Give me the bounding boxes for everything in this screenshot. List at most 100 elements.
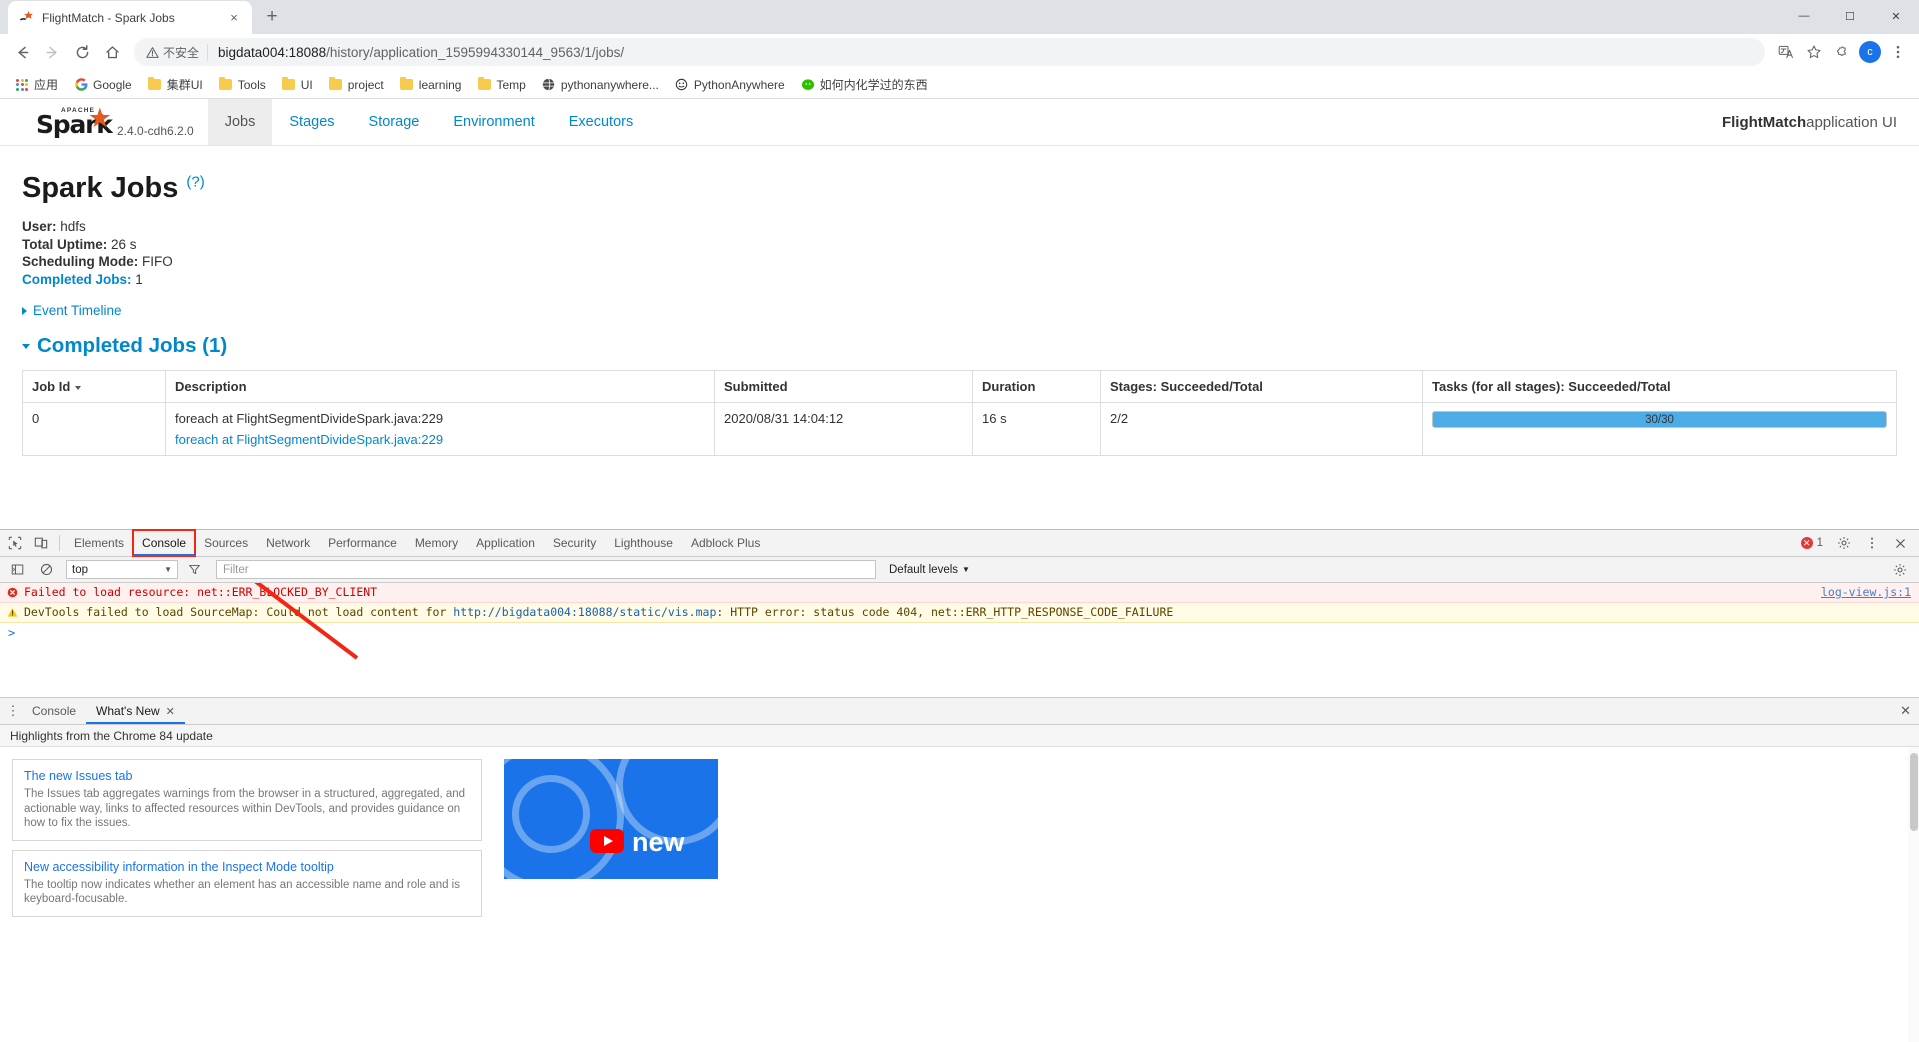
console-message-error[interactable]: Failed to load resource: net::ERR_BLOCKE…	[0, 583, 1919, 603]
devtools-tab-application[interactable]: Application	[467, 530, 544, 556]
bookmark-item-apps[interactable]: 应用	[8, 73, 65, 96]
devtools-tab-memory[interactable]: Memory	[406, 530, 467, 556]
drawer-tab-console[interactable]: Console	[22, 698, 86, 724]
reload-button[interactable]	[68, 38, 96, 66]
console-sidebar-toggle-icon[interactable]	[4, 558, 30, 582]
translate-icon[interactable]	[1773, 39, 1799, 65]
execution-context-select[interactable]: top ▼	[66, 560, 178, 579]
spark-tab-executors[interactable]: Executors	[552, 99, 650, 145]
devtools-close-icon[interactable]	[1887, 531, 1913, 555]
bookmark-item-wechat-article[interactable]: 如何内化学过的东西	[794, 73, 935, 96]
summary-completed-jobs: Completed Jobs: 1	[22, 272, 1897, 289]
drawer-more-options-icon[interactable]: ⋮	[4, 703, 22, 719]
clear-console-icon[interactable]	[33, 558, 59, 582]
home-button[interactable]	[98, 38, 126, 66]
completed-jobs-section-toggle[interactable]: Completed Jobs (1)	[22, 334, 1897, 358]
whats-new-card-title[interactable]: The new Issues tab	[24, 769, 470, 783]
back-button[interactable]	[8, 38, 36, 66]
forward-button[interactable]	[38, 38, 66, 66]
devtools-tab-performance[interactable]: Performance	[319, 530, 406, 556]
security-warning-indicator[interactable]: 不安全	[146, 43, 209, 61]
drawer-close-icon[interactable]: ✕	[1900, 703, 1919, 719]
devtools-tab-sources[interactable]: Sources	[195, 530, 257, 556]
spark-tab-environment[interactable]: Environment	[436, 99, 551, 145]
whats-new-video-thumbnail[interactable]: new	[504, 759, 718, 879]
tab-close-icon[interactable]: ×	[226, 10, 242, 26]
console-log-levels-select[interactable]: Default levels ▼	[889, 564, 970, 576]
folder-icon	[329, 76, 343, 92]
window-maximize-button[interactable]: ☐	[1827, 0, 1873, 32]
bookmark-item-pythonanywhere-site[interactable]: pythonanywhere...	[535, 75, 666, 95]
devtools-tab-adblock-plus[interactable]: Adblock Plus	[682, 530, 769, 556]
chrome-menu-icon[interactable]	[1885, 39, 1911, 65]
bookmark-item-learning[interactable]: learning	[393, 75, 469, 95]
spark-tab-jobs[interactable]: Jobs	[207, 99, 273, 145]
console-prompt[interactable]: >	[0, 623, 1919, 643]
whats-new-card-title[interactable]: New accessibility information in the Ins…	[24, 860, 470, 874]
bookmark-item-tools[interactable]: Tools	[212, 75, 273, 95]
inspect-element-icon[interactable]	[2, 531, 28, 555]
devtools-tab-console[interactable]: Console	[132, 529, 197, 557]
console-message-source-link[interactable]: log-view.js:1	[1821, 585, 1911, 600]
whats-new-subheader: Highlights from the Chrome 84 update	[0, 725, 1919, 747]
window-close-button[interactable]: ✕	[1873, 0, 1919, 32]
profile-avatar[interactable]: c	[1857, 39, 1883, 65]
bookmark-item-project[interactable]: project	[322, 75, 391, 95]
folder-icon	[148, 76, 162, 92]
console-filter-bar: top ▼ Filter Default levels ▼	[0, 557, 1919, 583]
drawer-tab-whats-new[interactable]: What's New ✕	[86, 698, 185, 724]
error-count-label: 1	[1816, 537, 1823, 549]
bookmark-item-temp[interactable]: Temp	[470, 75, 532, 95]
devtools-tab-security[interactable]: Security	[544, 530, 605, 556]
new-tab-button[interactable]: +	[258, 3, 286, 31]
drawer-scrollbar-thumb[interactable]	[1910, 753, 1918, 831]
address-bar[interactable]: 不安全 bigdata004:18088/history/application…	[134, 38, 1765, 66]
description-stage-link[interactable]: foreach at FlightSegmentDivideSpark.java…	[175, 432, 443, 447]
devtools-tab-lighthouse[interactable]: Lighthouse	[605, 530, 682, 556]
bookmark-star-icon[interactable]	[1801, 39, 1827, 65]
console-filter-funnel-icon[interactable]	[181, 558, 207, 582]
bookmark-item-pythonanywhere[interactable]: PythonAnywhere	[668, 75, 792, 95]
spark-tab-storage[interactable]: Storage	[352, 99, 437, 145]
devtools-settings-gear-icon[interactable]	[1831, 531, 1857, 555]
window-minimize-button[interactable]: —	[1781, 0, 1827, 32]
console-message-warning[interactable]: DevTools failed to load SourceMap: Could…	[0, 603, 1919, 623]
bookmark-item-cluster-ui[interactable]: 集群UI	[141, 73, 210, 96]
cell-duration: 16 s	[972, 402, 1101, 456]
spark-tab-stages[interactable]: Stages	[272, 99, 351, 145]
summary-completed-jobs-link[interactable]: Completed Jobs:	[22, 272, 132, 287]
bookmark-item-ui[interactable]: UI	[275, 75, 320, 95]
column-header-job-id[interactable]: Job Id	[22, 370, 166, 403]
event-timeline-toggle[interactable]: Event Timeline	[22, 303, 1897, 318]
console-message-link[interactable]: http://bigdata004:18088/static/vis.map	[453, 605, 716, 619]
column-header-tasks[interactable]: Tasks (for all stages): Succeeded/Total	[1422, 370, 1897, 403]
summary-uptime-label: Total Uptime:	[22, 236, 108, 252]
cell-submitted: 2020/08/31 14:04:12	[714, 402, 973, 456]
chevron-down-icon	[22, 343, 30, 349]
summary-user: User: hdfs	[22, 219, 1897, 236]
extension-puzzle-icon[interactable]	[1829, 39, 1855, 65]
error-count-badge[interactable]: ✕ 1	[1795, 537, 1829, 549]
devtools-tab-elements[interactable]: Elements	[65, 530, 133, 556]
table-row[interactable]: 0 foreach at FlightSegmentDivideSpark.ja…	[22, 402, 1897, 456]
tab-strip: FlightMatch - Spark Jobs × + — ☐ ✕	[0, 0, 1919, 34]
page-title-help-link[interactable]: (?)	[186, 173, 204, 190]
wechat-icon	[801, 78, 815, 92]
console-settings-gear-icon[interactable]	[1887, 558, 1913, 582]
column-header-description[interactable]: Description	[165, 370, 715, 403]
browser-tab[interactable]: FlightMatch - Spark Jobs ×	[8, 1, 252, 34]
console-filter-input[interactable]: Filter	[216, 560, 876, 579]
column-header-duration[interactable]: Duration	[972, 370, 1101, 403]
devtools-tab-network[interactable]: Network	[257, 530, 319, 556]
device-toolbar-icon[interactable]	[28, 531, 54, 555]
spark-brand[interactable]: APACHE Spark ★ 2.4.0-cdh6.2.0	[0, 99, 208, 145]
devtools-more-options-icon[interactable]	[1859, 531, 1885, 555]
column-header-submitted[interactable]: Submitted	[714, 370, 973, 403]
whats-new-card[interactable]: New accessibility information in the Ins…	[12, 849, 482, 917]
drawer-tab-close-icon[interactable]: ✕	[166, 705, 175, 718]
bookmark-item-google[interactable]: Google	[67, 75, 139, 95]
summary-scheduling-label: Scheduling Mode:	[22, 254, 139, 269]
column-header-stages[interactable]: Stages: Succeeded/Total	[1100, 370, 1423, 403]
whats-new-card[interactable]: The new Issues tab The Issues tab aggreg…	[12, 759, 482, 841]
drawer-scrollbar[interactable]	[1908, 747, 1919, 1042]
